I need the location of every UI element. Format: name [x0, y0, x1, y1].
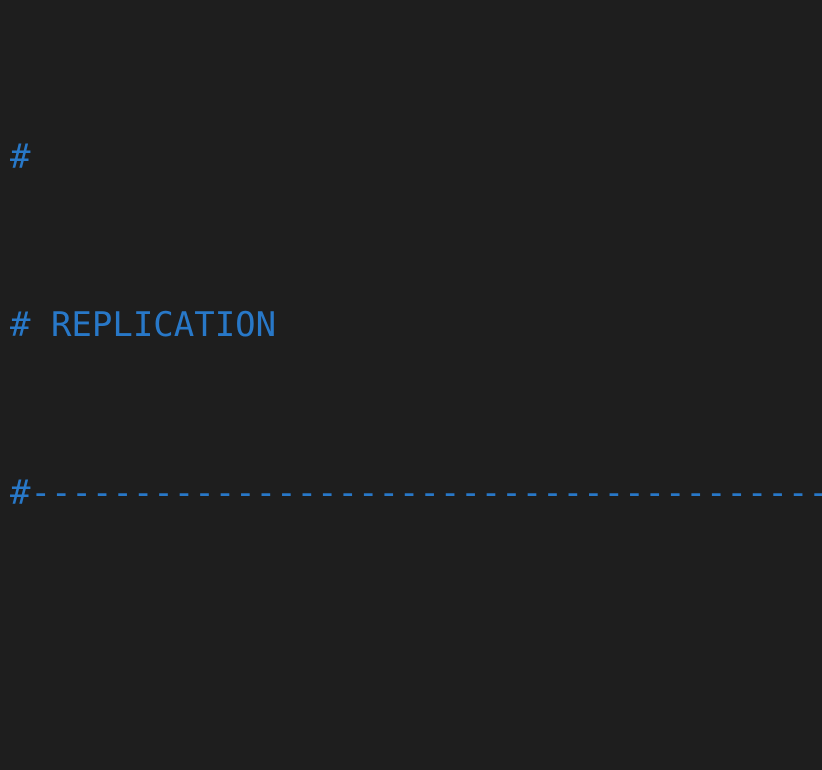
code-line-blank-1: [0, 640, 822, 682]
rule-comment: #---------------------------------------…: [10, 473, 822, 513]
config-file-buffer[interactable]: # # REPLICATION #-----------------------…: [0, 0, 822, 770]
section-title-comment: # REPLICATION: [10, 305, 277, 345]
text-editor-viewport[interactable]: # # REPLICATION #-----------------------…: [0, 0, 822, 770]
code-line-hash-partial: #: [0, 136, 822, 178]
code-line-section-title: # REPLICATION: [0, 304, 822, 346]
code-line-horizontal-rule: #---------------------------------------…: [0, 472, 822, 514]
comment-text: #: [10, 137, 31, 177]
